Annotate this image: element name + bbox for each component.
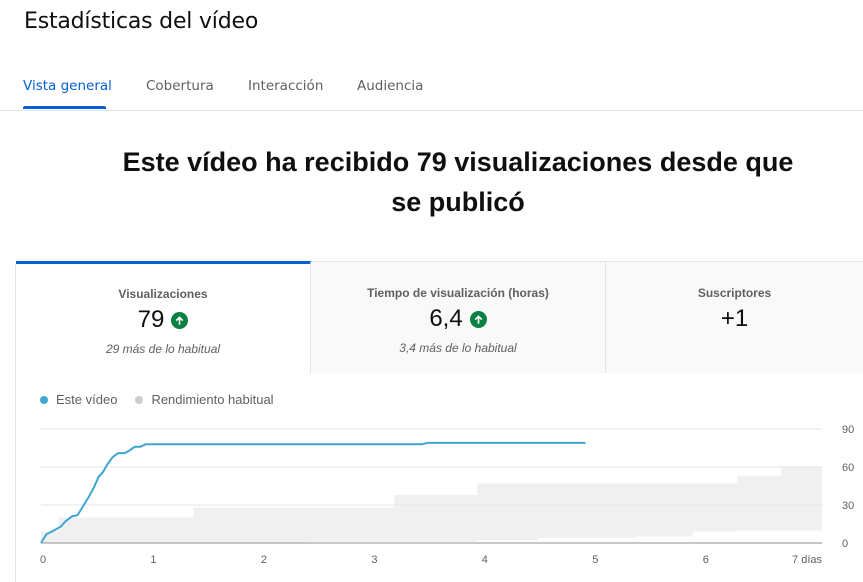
y-tick-label: 90 [842,424,854,436]
metric-label: Tiempo de visualización (horas) [367,286,549,300]
chart-legend: Este vídeo Rendimiento habitual [40,392,274,407]
trend-up-icon [171,311,189,329]
metric-label: Suscriptores [697,286,772,300]
trend-up-icon [469,310,487,328]
x-tick-label: 0 [40,554,46,566]
x-tick-label: 4 [482,554,488,566]
x-tick-label: 3 [371,554,377,566]
y-tick-label: 0 [842,538,848,550]
legend-dot-icon [40,395,48,404]
legend-label: Este vídeo [56,392,118,407]
metric-value: 6,4 [429,305,463,332]
tab-reach[interactable]: Cobertura [146,78,214,94]
page-title: Estadísticas del vídeo [24,9,259,34]
metric-comparison: 29 más de lo habitual [105,342,221,356]
summary-headline: Este vídeo ha recibido 79 visualizacione… [122,147,794,217]
legend-dot-icon [135,395,144,404]
views-chart: 0 30 60 90 0 1 2 3 4 5 6 7 días [40,424,854,566]
metric-value: +1 [720,305,749,332]
active-tab-indicator [23,106,106,109]
metric-views[interactable]: Visualizaciones 79 29 más de lo habitual [16,261,311,373]
metric-value: 79 [137,306,165,333]
legend-item-typical: Rendimiento habitual [135,392,274,407]
tab-overview[interactable]: Vista general [23,78,112,94]
metric-watch-time[interactable]: Tiempo de visualización (horas) 6,4 3,4 … [311,262,606,373]
metric-subscribers[interactable]: Suscriptores +1 [606,262,863,373]
x-tick-label: 6 [703,554,709,566]
tab-engagement[interactable]: Interacción [248,78,323,94]
metric-comparison: 3,4 más de lo habitual [399,341,517,355]
legend-item-video: Este vídeo [40,392,117,407]
x-tick-label: 5 [592,554,598,566]
y-tick-label: 30 [842,500,854,512]
metric-label: Visualizaciones [118,287,208,301]
x-tick-label: 7 días [792,554,822,566]
y-tick-label: 60 [842,462,854,474]
tab-bar: Vista general Cobertura Interacción Audi… [0,62,863,111]
legend-label: Rendimiento habitual [151,392,274,407]
tab-audience[interactable]: Audiencia [357,78,423,94]
x-tick-label: 1 [150,554,156,566]
x-tick-label: 2 [261,554,267,566]
